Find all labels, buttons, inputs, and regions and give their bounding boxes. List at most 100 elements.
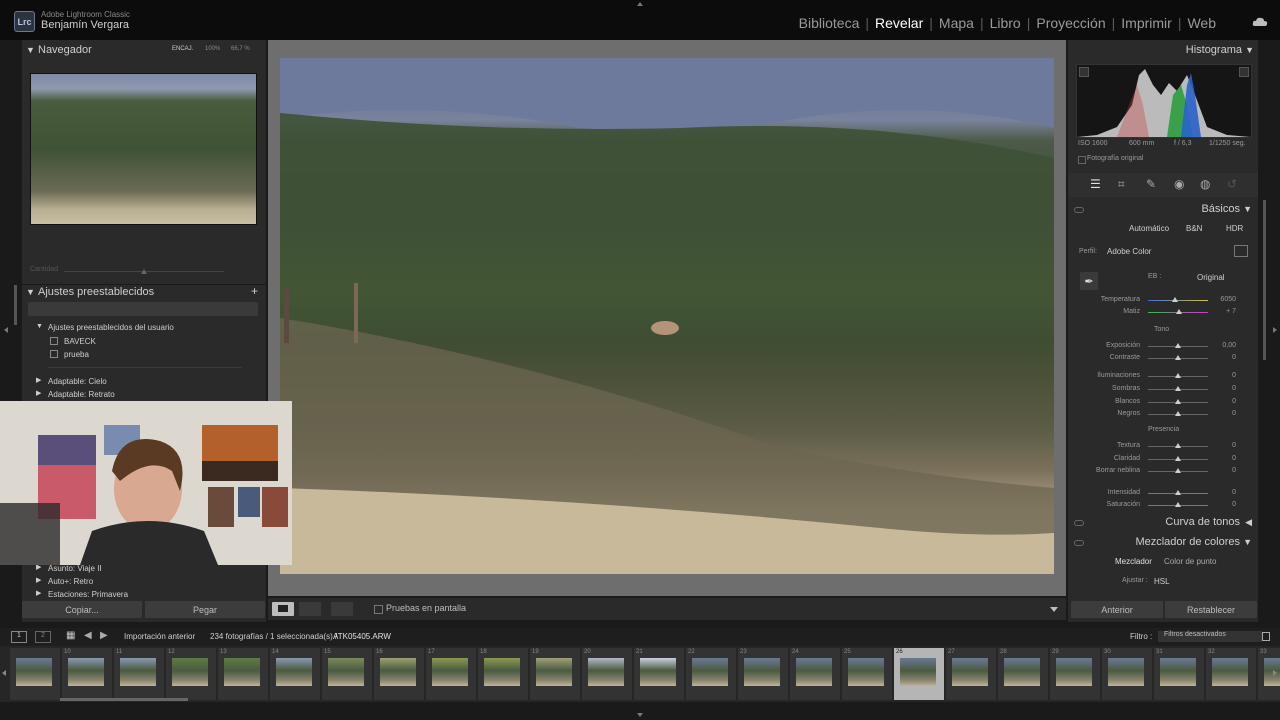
before-after-button[interactable]	[299, 602, 321, 616]
filmstrip-cell[interactable]: 14	[270, 648, 320, 700]
module-tab[interactable]: Libro	[984, 15, 1027, 31]
filmstrip-cell[interactable]: 19	[530, 648, 580, 700]
slider-value[interactable]: 0	[1206, 398, 1236, 405]
collapse-basics-icon[interactable]: ▼	[1243, 204, 1252, 214]
expand-tone-curve-icon[interactable]: ◀	[1245, 517, 1252, 528]
yy-view-button[interactable]	[331, 602, 353, 616]
filmstrip-cell[interactable]: 27	[946, 648, 996, 700]
copy-button[interactable]: Copiar...	[22, 601, 142, 618]
filmstrip-cell[interactable]	[10, 648, 60, 700]
slider-knob[interactable]	[1175, 373, 1181, 378]
left-panel-toggle-icon[interactable]	[4, 327, 8, 333]
color-mixer-toggle-switch[interactable]	[1074, 540, 1084, 546]
basics-toggle-switch[interactable]	[1074, 207, 1084, 213]
filmstrip-cell[interactable]: 17	[426, 648, 476, 700]
slider-track[interactable]	[1148, 300, 1208, 301]
photo-thumbnail[interactable]	[1108, 658, 1144, 686]
filmstrip-cell[interactable]: 10	[62, 648, 112, 700]
slider-knob[interactable]	[1175, 443, 1181, 448]
slider-knob[interactable]	[1175, 468, 1181, 473]
selected-filename[interactable]: ATK05405.ARW	[333, 632, 391, 641]
profile-select[interactable]: Adobe Color	[1107, 247, 1151, 256]
grid-view-icon[interactable]: ▦	[66, 630, 75, 641]
photo-thumbnail[interactable]	[1004, 658, 1040, 686]
reset-button[interactable]: Restablecer	[1165, 601, 1257, 618]
toolbar-menu-icon[interactable]	[1050, 607, 1058, 612]
user-presets-group[interactable]: Ajustes preestablecidos del usuario	[48, 323, 174, 332]
tab-mixer[interactable]: Mezclador	[1115, 557, 1152, 566]
preset-amount-knob[interactable]	[141, 269, 147, 274]
photo-thumbnail[interactable]	[1212, 658, 1248, 686]
filmstrip-cell[interactable]: 23	[738, 648, 788, 700]
photo-thumbnail[interactable]	[120, 658, 156, 686]
collapse-color-mixer-icon[interactable]: ▼	[1243, 537, 1252, 547]
slider-value[interactable]: 0	[1206, 442, 1236, 449]
panel-toggle-top-icon[interactable]	[637, 2, 643, 6]
preset-item-baveck[interactable]: BAVECK	[64, 337, 96, 346]
module-tab[interactable]: Revelar	[869, 15, 929, 31]
preset-group-portrait[interactable]: Adaptable: Retrato	[48, 390, 115, 399]
filmstrip-cell[interactable]: 31	[1154, 648, 1204, 700]
preset-group-travel[interactable]: Asunto: Viaje II	[48, 564, 102, 573]
filmstrip-left-icon[interactable]	[2, 670, 6, 676]
filmstrip-scrollbar[interactable]	[60, 698, 188, 701]
photo-thumbnail[interactable]	[68, 658, 104, 686]
navigator-preview[interactable]	[30, 73, 257, 225]
healing-icon[interactable]: ✎	[1146, 177, 1156, 191]
filmstrip-cell[interactable]: 11	[114, 648, 164, 700]
photo-thumbnail[interactable]	[328, 658, 364, 686]
slider-knob[interactable]	[1175, 386, 1181, 391]
left-scrollbar[interactable]	[14, 285, 17, 325]
navigator-fit[interactable]: ENCAJ.	[172, 46, 193, 52]
photo-thumbnail[interactable]	[536, 658, 572, 686]
filmstrip-cell[interactable]: 30	[1102, 648, 1152, 700]
slider-value[interactable]: 0	[1206, 467, 1236, 474]
slider-value[interactable]: 0	[1206, 354, 1236, 361]
photo-thumbnail[interactable]	[172, 658, 208, 686]
navigator-zoom-custom[interactable]: 66,7 %	[231, 46, 250, 52]
forward-arrow-icon[interactable]: ▶	[100, 630, 108, 641]
slider-value[interactable]: 6050	[1206, 296, 1236, 303]
slider-knob[interactable]	[1175, 411, 1181, 416]
photo-thumbnail[interactable]	[224, 658, 260, 686]
slider-value[interactable]: 0	[1206, 410, 1236, 417]
wb-select[interactable]: Original	[1197, 273, 1225, 282]
navigator-zoom-100[interactable]: 100%	[205, 46, 220, 52]
source-label[interactable]: Importación anterior	[124, 632, 195, 641]
slider-value[interactable]: 0	[1206, 455, 1236, 462]
photo-thumbnail[interactable]	[900, 658, 936, 686]
slider-knob[interactable]	[1175, 502, 1181, 507]
photo-thumbnail[interactable]	[692, 658, 728, 686]
slider-knob[interactable]	[1175, 456, 1181, 461]
original-photo-checkbox[interactable]	[1078, 156, 1086, 164]
filmstrip-cell[interactable]: 25	[842, 648, 892, 700]
slider-value[interactable]: 0	[1206, 501, 1236, 508]
paste-button[interactable]: Pegar	[145, 601, 265, 618]
filter-lock-icon[interactable]	[1262, 632, 1270, 641]
filmstrip-cell[interactable]: 21	[634, 648, 684, 700]
previous-button[interactable]: Anterior	[1071, 601, 1163, 618]
expand-group-icon[interactable]: ▶	[36, 589, 41, 597]
photo-thumbnail[interactable]	[640, 658, 676, 686]
module-tab[interactable]: Biblioteca	[793, 15, 866, 31]
photo-thumbnail[interactable]	[16, 658, 52, 686]
preset-search-input[interactable]	[28, 302, 258, 316]
tab-point-color[interactable]: Color de punto	[1164, 557, 1216, 566]
shadow-clipping-icon[interactable]	[1079, 67, 1089, 77]
preset-group-sky[interactable]: Adaptable: Cielo	[48, 377, 107, 386]
right-scrollbar[interactable]	[1263, 200, 1266, 360]
photo-thumbnail[interactable]	[588, 658, 624, 686]
slider-knob[interactable]	[1176, 309, 1182, 314]
photo-thumbnail[interactable]	[1264, 658, 1280, 686]
photo-thumbnail[interactable]	[848, 658, 884, 686]
photo-thumbnail[interactable]	[952, 658, 988, 686]
photo-thumbnail[interactable]	[380, 658, 416, 686]
loupe-view-button[interactable]	[272, 602, 294, 616]
screen2-button[interactable]: 2	[35, 631, 51, 643]
preset-group-retro[interactable]: Auto+: Retro	[48, 577, 93, 586]
photo-thumbnail[interactable]	[1160, 658, 1196, 686]
mode-hdr[interactable]: HDR	[1226, 224, 1243, 233]
photo-thumbnail[interactable]	[484, 658, 520, 686]
collapse-navigator-icon[interactable]: ▼	[26, 45, 35, 55]
photo-thumbnail[interactable]	[432, 658, 468, 686]
